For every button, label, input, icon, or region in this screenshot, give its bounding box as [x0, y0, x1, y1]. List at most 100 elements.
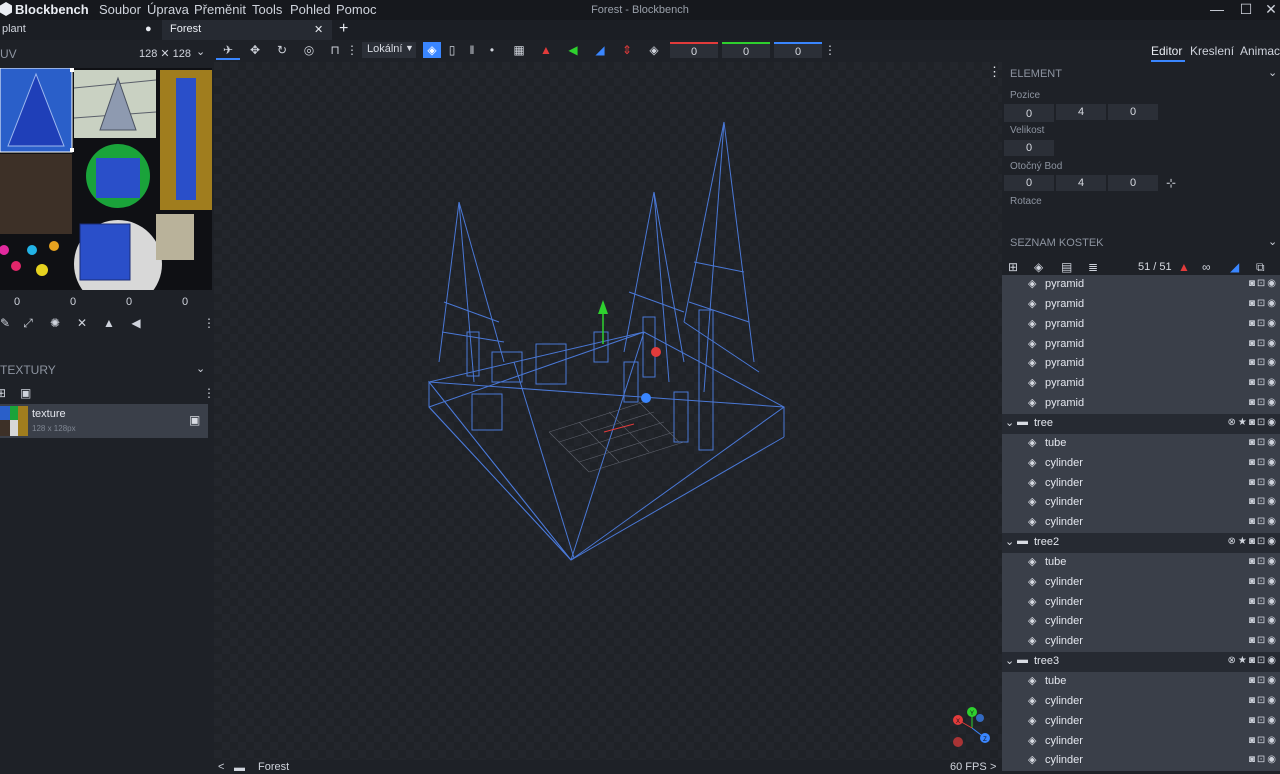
lock-icon[interactable]: ⊡ [1257, 675, 1267, 686]
duplicate-icon[interactable]: ⧉ [1256, 260, 1265, 275]
camera-icon[interactable]: ◙ [1249, 695, 1257, 706]
mode-tab-kresleni[interactable]: Kreslení [1190, 44, 1234, 58]
more-options-icon[interactable]: ⋮ [346, 42, 358, 58]
favorite-icon[interactable]: ★ [1238, 536, 1249, 547]
favorite-icon[interactable]: ★ [1238, 655, 1249, 666]
status-prev-button[interactable]: < [218, 761, 224, 773]
y-gizmo-arrow[interactable] [598, 300, 608, 314]
camera-icon[interactable]: ◙ [1249, 496, 1257, 507]
outliner-element-row[interactable]: ◈ cylinder ◙⊡◉ [1002, 473, 1280, 494]
export-toggle-icon[interactable]: ⊗ [1227, 417, 1237, 428]
rotate-tool-icon[interactable]: ↻ [273, 42, 291, 58]
eye-icon[interactable]: ◉ [1267, 477, 1278, 488]
chevron-down-icon[interactable]: ⌄ [1268, 235, 1277, 248]
collapse-all-icon[interactable]: ≣ [1088, 260, 1098, 274]
add-cube-icon[interactable]: ⊞ [1008, 260, 1018, 274]
position-x-input[interactable]: 0 [670, 42, 718, 58]
lock-icon[interactable]: ⊡ [1257, 556, 1267, 567]
element-size-input[interactable]: 0 [1004, 140, 1054, 156]
outliner-element-row[interactable]: ◈ cylinder ◙⊡◉ [1002, 751, 1280, 772]
camera-icon[interactable]: ◙ [1249, 596, 1257, 607]
eye-icon[interactable]: ◉ [1267, 635, 1278, 646]
camera-icon[interactable]: ◙ [1249, 417, 1257, 428]
camera-icon[interactable]: ◙ [1249, 635, 1257, 646]
lock-icon[interactable]: ⊡ [1257, 437, 1267, 448]
lock-icon[interactable]: ⊡ [1257, 357, 1267, 368]
minimize-button[interactable]: — [1202, 1, 1232, 17]
outliner-element-row[interactable]: ◈ pyramid ◙⊡◉ [1002, 374, 1280, 395]
camera-icon[interactable]: ◙ [1249, 675, 1257, 686]
camera-icon[interactable]: ◙ [1249, 615, 1257, 626]
camera-icon[interactable]: ◙ [1249, 556, 1257, 567]
tab-forest[interactable]: Forest ✕ [162, 20, 332, 40]
lock-icon[interactable]: ⊡ [1257, 615, 1267, 626]
outliner-element-row[interactable]: ◈ cylinder ◙⊡◉ [1002, 592, 1280, 613]
position-z-input[interactable]: 0 [774, 42, 822, 58]
grid-icon[interactable]: ▦ [510, 42, 528, 58]
viewport-3d[interactable]: ⋮ Y Z X [214, 62, 1002, 760]
camera-icon[interactable]: ◙ [1249, 457, 1257, 468]
auto-uv-icon[interactable]: ✺ [46, 316, 64, 332]
eye-icon[interactable]: ◉ [1267, 556, 1278, 567]
move-tool-icon[interactable]: ✥ [246, 42, 264, 58]
center-pivot-icon[interactable]: ⊹ [1166, 176, 1176, 190]
chevron-down-icon[interactable]: ⌄ [1005, 416, 1014, 429]
y-axis-icon[interactable]: ◀ [564, 42, 582, 58]
lock-icon[interactable]: ⊡ [1257, 338, 1267, 349]
eye-icon[interactable]: ◉ [1267, 655, 1278, 666]
clear-uv-icon[interactable]: ✕ [73, 316, 91, 332]
lock-icon[interactable]: ⊡ [1257, 278, 1267, 289]
select-tool-icon[interactable]: ✈ [219, 42, 237, 58]
camera-icon[interactable]: ◙ [1249, 318, 1257, 329]
lock-icon[interactable]: ⊡ [1257, 536, 1267, 547]
camera-icon[interactable]: ◙ [1249, 735, 1257, 746]
lock-icon[interactable]: ⊡ [1257, 318, 1267, 329]
element-pivot-z-input[interactable]: 0 [1108, 175, 1158, 191]
image-icon[interactable]: ▣ [20, 386, 31, 400]
uv-value-input[interactable]: 0 [104, 296, 154, 308]
chevron-down-icon[interactable]: ⌄ [196, 362, 205, 375]
outliner-element-row[interactable]: ◈ pyramid ◙⊡◉ [1002, 354, 1280, 375]
vertex-snap-icon[interactable]: ⊓ [326, 42, 344, 58]
eye-icon[interactable]: ◉ [1267, 437, 1278, 448]
lock-icon[interactable]: ⊡ [1257, 457, 1267, 468]
add-mesh-icon[interactable]: ◈ [1034, 260, 1043, 274]
viewport-menu-icon[interactable]: ⋮ [988, 64, 1001, 80]
face-select-icon[interactable]: ▯ [443, 42, 461, 58]
x-axis-icon[interactable]: ▲ [537, 42, 555, 58]
eye-icon[interactable]: ◉ [1267, 596, 1278, 607]
element-position-x-input[interactable]: 0 [1004, 104, 1054, 122]
lock-icon[interactable]: ⊡ [1257, 735, 1267, 746]
uv-value-input[interactable]: 0 [160, 296, 210, 308]
camera-icon[interactable]: ◙ [1249, 655, 1257, 666]
outliner-element-row[interactable]: ◈ cylinder ◙⊡◉ [1002, 612, 1280, 633]
new-tab-button[interactable]: + [339, 20, 348, 38]
lock-icon[interactable]: ⊡ [1257, 754, 1267, 765]
glasses-icon[interactable]: ∞ [1202, 260, 1211, 274]
uv-value-input[interactable]: 0 [0, 296, 42, 308]
outliner-group-row[interactable]: ⌄ ▬ tree2 ⊗★◙⊡◉ [1002, 533, 1280, 554]
outliner-element-row[interactable]: ◈ cylinder ◙⊡◉ [1002, 632, 1280, 653]
lock-icon[interactable]: ⊡ [1257, 516, 1267, 527]
eye-icon[interactable]: ◉ [1267, 516, 1278, 527]
outliner-element-row[interactable]: ◈ cylinder ◙⊡◉ [1002, 572, 1280, 593]
eye-icon[interactable]: ◉ [1267, 675, 1278, 686]
maximize-uv-icon[interactable]: ⤢ [19, 316, 37, 332]
outliner-element-row[interactable]: ◈ pyramid ◙⊡◉ [1002, 275, 1280, 295]
camera-icon[interactable]: ◙ [1249, 754, 1257, 765]
eye-icon[interactable]: ◉ [1267, 417, 1278, 428]
camera-icon[interactable]: ◙ [1249, 516, 1257, 527]
eye-icon[interactable]: ◉ [1267, 615, 1278, 626]
eye-icon[interactable]: ◉ [1267, 536, 1278, 547]
uv-size-select[interactable]: 128 ✕ 128 [139, 47, 191, 60]
uv-editor[interactable] [0, 67, 212, 308]
lock-icon[interactable]: ⊡ [1257, 397, 1267, 408]
outliner-element-row[interactable]: ◈ tube ◙⊡◉ [1002, 433, 1280, 454]
x-gizmo-handle[interactable] [651, 347, 661, 357]
mesh-icon[interactable]: ◈ [645, 42, 663, 58]
uv-value-input[interactable]: 0 [48, 296, 98, 308]
lock-icon[interactable]: ⊡ [1257, 377, 1267, 388]
status-next-button[interactable]: > [990, 761, 996, 773]
chevron-down-icon[interactable]: ⌄ [1005, 654, 1014, 667]
camera-icon[interactable]: ◙ [1249, 437, 1257, 448]
